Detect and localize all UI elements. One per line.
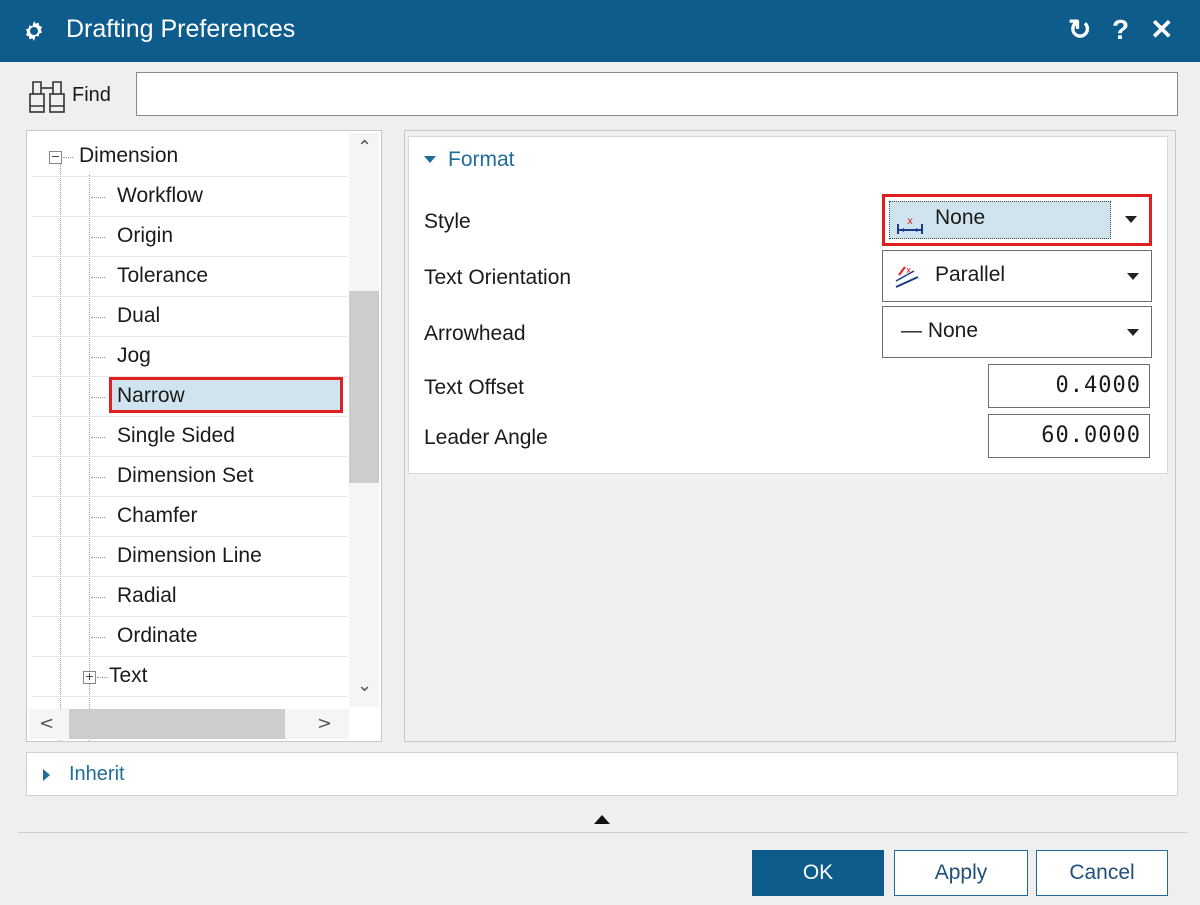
vertical-scroll-thumb[interactable] xyxy=(349,291,379,483)
tree-item-dimension-line[interactable]: Dimension Line xyxy=(33,537,347,577)
window-title: Drafting Preferences xyxy=(66,15,296,43)
leader-angle-label: Leader Angle xyxy=(424,426,548,449)
style-value: None xyxy=(935,206,986,229)
tree-item-chamfer[interactable]: Chamfer xyxy=(33,497,347,537)
tree-connector xyxy=(91,637,105,638)
collapse-icon[interactable]: − xyxy=(49,151,62,164)
arrowhead-label: Arrowhead xyxy=(424,322,526,345)
tree-item-label: Ordinate xyxy=(117,624,198,647)
tree-connector xyxy=(91,437,105,438)
help-icon[interactable]: ? xyxy=(1112,14,1129,46)
tree-item-workflow[interactable]: Workflow xyxy=(33,177,347,217)
svg-text:x: x xyxy=(907,216,913,227)
tree-item-dimension-set[interactable]: Dimension Set xyxy=(33,457,347,497)
tree-item-dimension[interactable]: − Dimension xyxy=(33,137,347,177)
scroll-down-icon[interactable]: ⌄ xyxy=(357,675,372,696)
tree-item-label: Text xyxy=(109,664,148,687)
arrowhead-value: — None xyxy=(901,319,979,342)
tree-connector xyxy=(91,597,105,598)
find-label: Find xyxy=(72,84,111,106)
find-input[interactable] xyxy=(136,72,1178,116)
divider xyxy=(18,832,1188,833)
leader-angle-input[interactable]: 60.0000 xyxy=(988,414,1150,458)
tree-item-label: Dual xyxy=(117,304,161,327)
tree-item-label: Workflow xyxy=(117,184,203,207)
binoculars-icon xyxy=(29,81,65,113)
tree-item-single-sided[interactable]: Single Sided xyxy=(33,417,347,457)
horizontal-scroll-thumb[interactable] xyxy=(69,709,285,739)
close-icon[interactable]: ✕ xyxy=(1150,14,1173,46)
cancel-button[interactable]: Cancel xyxy=(1036,850,1168,896)
chevron-down-icon xyxy=(1125,216,1137,223)
tree-connector xyxy=(91,277,105,278)
tree-item-label: Single Sided xyxy=(117,424,235,447)
tree-connector xyxy=(91,477,105,478)
text-offset-input[interactable]: 0.4000 xyxy=(988,364,1150,408)
chevron-down-icon xyxy=(1127,273,1139,280)
scroll-up-icon[interactable]: ⌃ xyxy=(357,137,372,158)
chevron-down-icon xyxy=(1127,329,1139,336)
tree-item-label: Dimension Set xyxy=(117,464,254,487)
gear-icon xyxy=(25,21,43,41)
tree-item-label: Dimension Line xyxy=(117,544,262,567)
collapse-format-icon[interactable] xyxy=(424,156,436,163)
tree-item-radial[interactable]: Radial xyxy=(33,577,347,617)
tree-item-origin[interactable]: Origin xyxy=(33,217,347,257)
inherit-group[interactable]: Inherit xyxy=(26,752,1178,796)
tree-connector xyxy=(91,317,105,318)
tree-item-label: Narrow xyxy=(117,384,185,407)
ok-button[interactable]: OK xyxy=(752,850,884,896)
tree-item-label: Origin xyxy=(117,224,174,247)
text-offset-label: Text Offset xyxy=(424,376,524,399)
tree-item-label: Dimension xyxy=(79,144,179,167)
tree-item-text[interactable]: + Text xyxy=(33,657,347,697)
text-orientation-value: Parallel xyxy=(935,263,1006,286)
scroll-left-icon[interactable]: < xyxy=(39,713,54,734)
arrowhead-dropdown[interactable]: — None xyxy=(882,306,1152,358)
collapse-dialog-icon[interactable] xyxy=(594,815,610,824)
tree-item-label: Tolerance xyxy=(117,264,209,287)
tree-item-narrow-selected[interactable]: Narrow xyxy=(109,377,343,413)
tree-item-tolerance[interactable]: Tolerance xyxy=(33,257,347,297)
style-label: Style xyxy=(424,210,471,233)
tree-item-label: Jog xyxy=(117,344,151,367)
tree-item-dual[interactable]: Dual xyxy=(33,297,347,337)
tree-connector xyxy=(91,237,105,238)
svg-text:x: x xyxy=(906,266,912,276)
reset-icon[interactable]: ↻ xyxy=(1068,14,1091,46)
tree-connector xyxy=(91,517,105,518)
tree-item-jog[interactable]: Jog xyxy=(33,337,347,377)
inherit-group-title[interactable]: Inherit xyxy=(69,763,125,786)
tree-item-label: Chamfer xyxy=(117,504,198,527)
text-orientation-icon: x xyxy=(895,266,919,288)
tree-connector xyxy=(97,677,107,678)
tree-item-ordinate[interactable]: Ordinate xyxy=(33,617,347,657)
tree-connector xyxy=(63,157,73,158)
apply-button[interactable]: Apply xyxy=(894,850,1028,896)
tree-item-label: Radial xyxy=(117,584,177,607)
text-orientation-label: Text Orientation xyxy=(424,266,572,289)
preferences-tree: − Dimension Workflow Origin Tolerance Du… xyxy=(26,130,382,742)
title-bar: Drafting Preferences ↻ ? ✕ xyxy=(0,0,1200,62)
tree-connector xyxy=(91,557,105,558)
text-orientation-dropdown[interactable]: x Parallel xyxy=(882,250,1152,302)
dimension-style-icon: x xyxy=(897,216,923,234)
expand-inherit-icon[interactable] xyxy=(43,769,50,781)
tree-connector xyxy=(91,397,105,398)
style-dropdown[interactable]: x None xyxy=(882,194,1152,246)
expand-icon[interactable]: + xyxy=(83,671,96,684)
format-group-title[interactable]: Format xyxy=(448,148,515,172)
tree-connector xyxy=(91,357,105,358)
scroll-right-icon[interactable]: > xyxy=(317,713,332,734)
tree-connector xyxy=(91,197,105,198)
